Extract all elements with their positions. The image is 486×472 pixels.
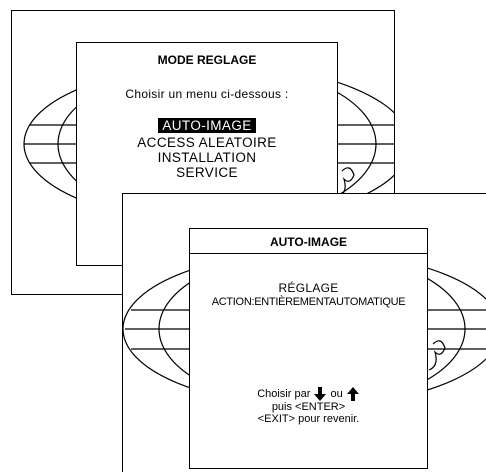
title-divider: [190, 230, 427, 254]
footer-line1: Choisir par ou: [190, 387, 427, 401]
arrow-down-icon: [314, 387, 327, 401]
menu-item-installation[interactable]: INSTALLATION: [77, 150, 337, 165]
action-text: ACTION:ENTIÈREMENTAUTOMATIQUE: [211, 296, 406, 308]
footer-or-label: ou: [330, 387, 343, 400]
arrow-up-icon: [346, 387, 359, 401]
menu-item-auto-image[interactable]: AUTO-IMAGE: [158, 118, 256, 133]
footer-line2: puis <ENTER>: [271, 401, 346, 413]
front-screen: AUTO-IMAGE RÉGLAGE ACTION:ENTIÈREMENTAUT…: [122, 193, 486, 472]
menu-item-access-aleatoire[interactable]: ACCESS ALEATOIRE: [77, 135, 337, 150]
setting-label: RÉGLAGE: [278, 281, 339, 295]
footer-choose-label: Choisir par: [257, 387, 311, 400]
auto-image-menu: AUTO-IMAGE RÉGLAGE ACTION:ENTIÈREMENTAUT…: [189, 228, 428, 469]
menu-prompt: Choisir un menu ci-dessous :: [125, 87, 289, 101]
menu-item-service[interactable]: SERVICE: [77, 165, 337, 180]
footer-line3: <EXIT> pour revenir.: [257, 413, 360, 425]
menu-title: MODE REGLAGE: [157, 53, 257, 67]
footer-instructions: Choisir par ou puis <ENTER> <EXIT> pour …: [190, 387, 427, 425]
